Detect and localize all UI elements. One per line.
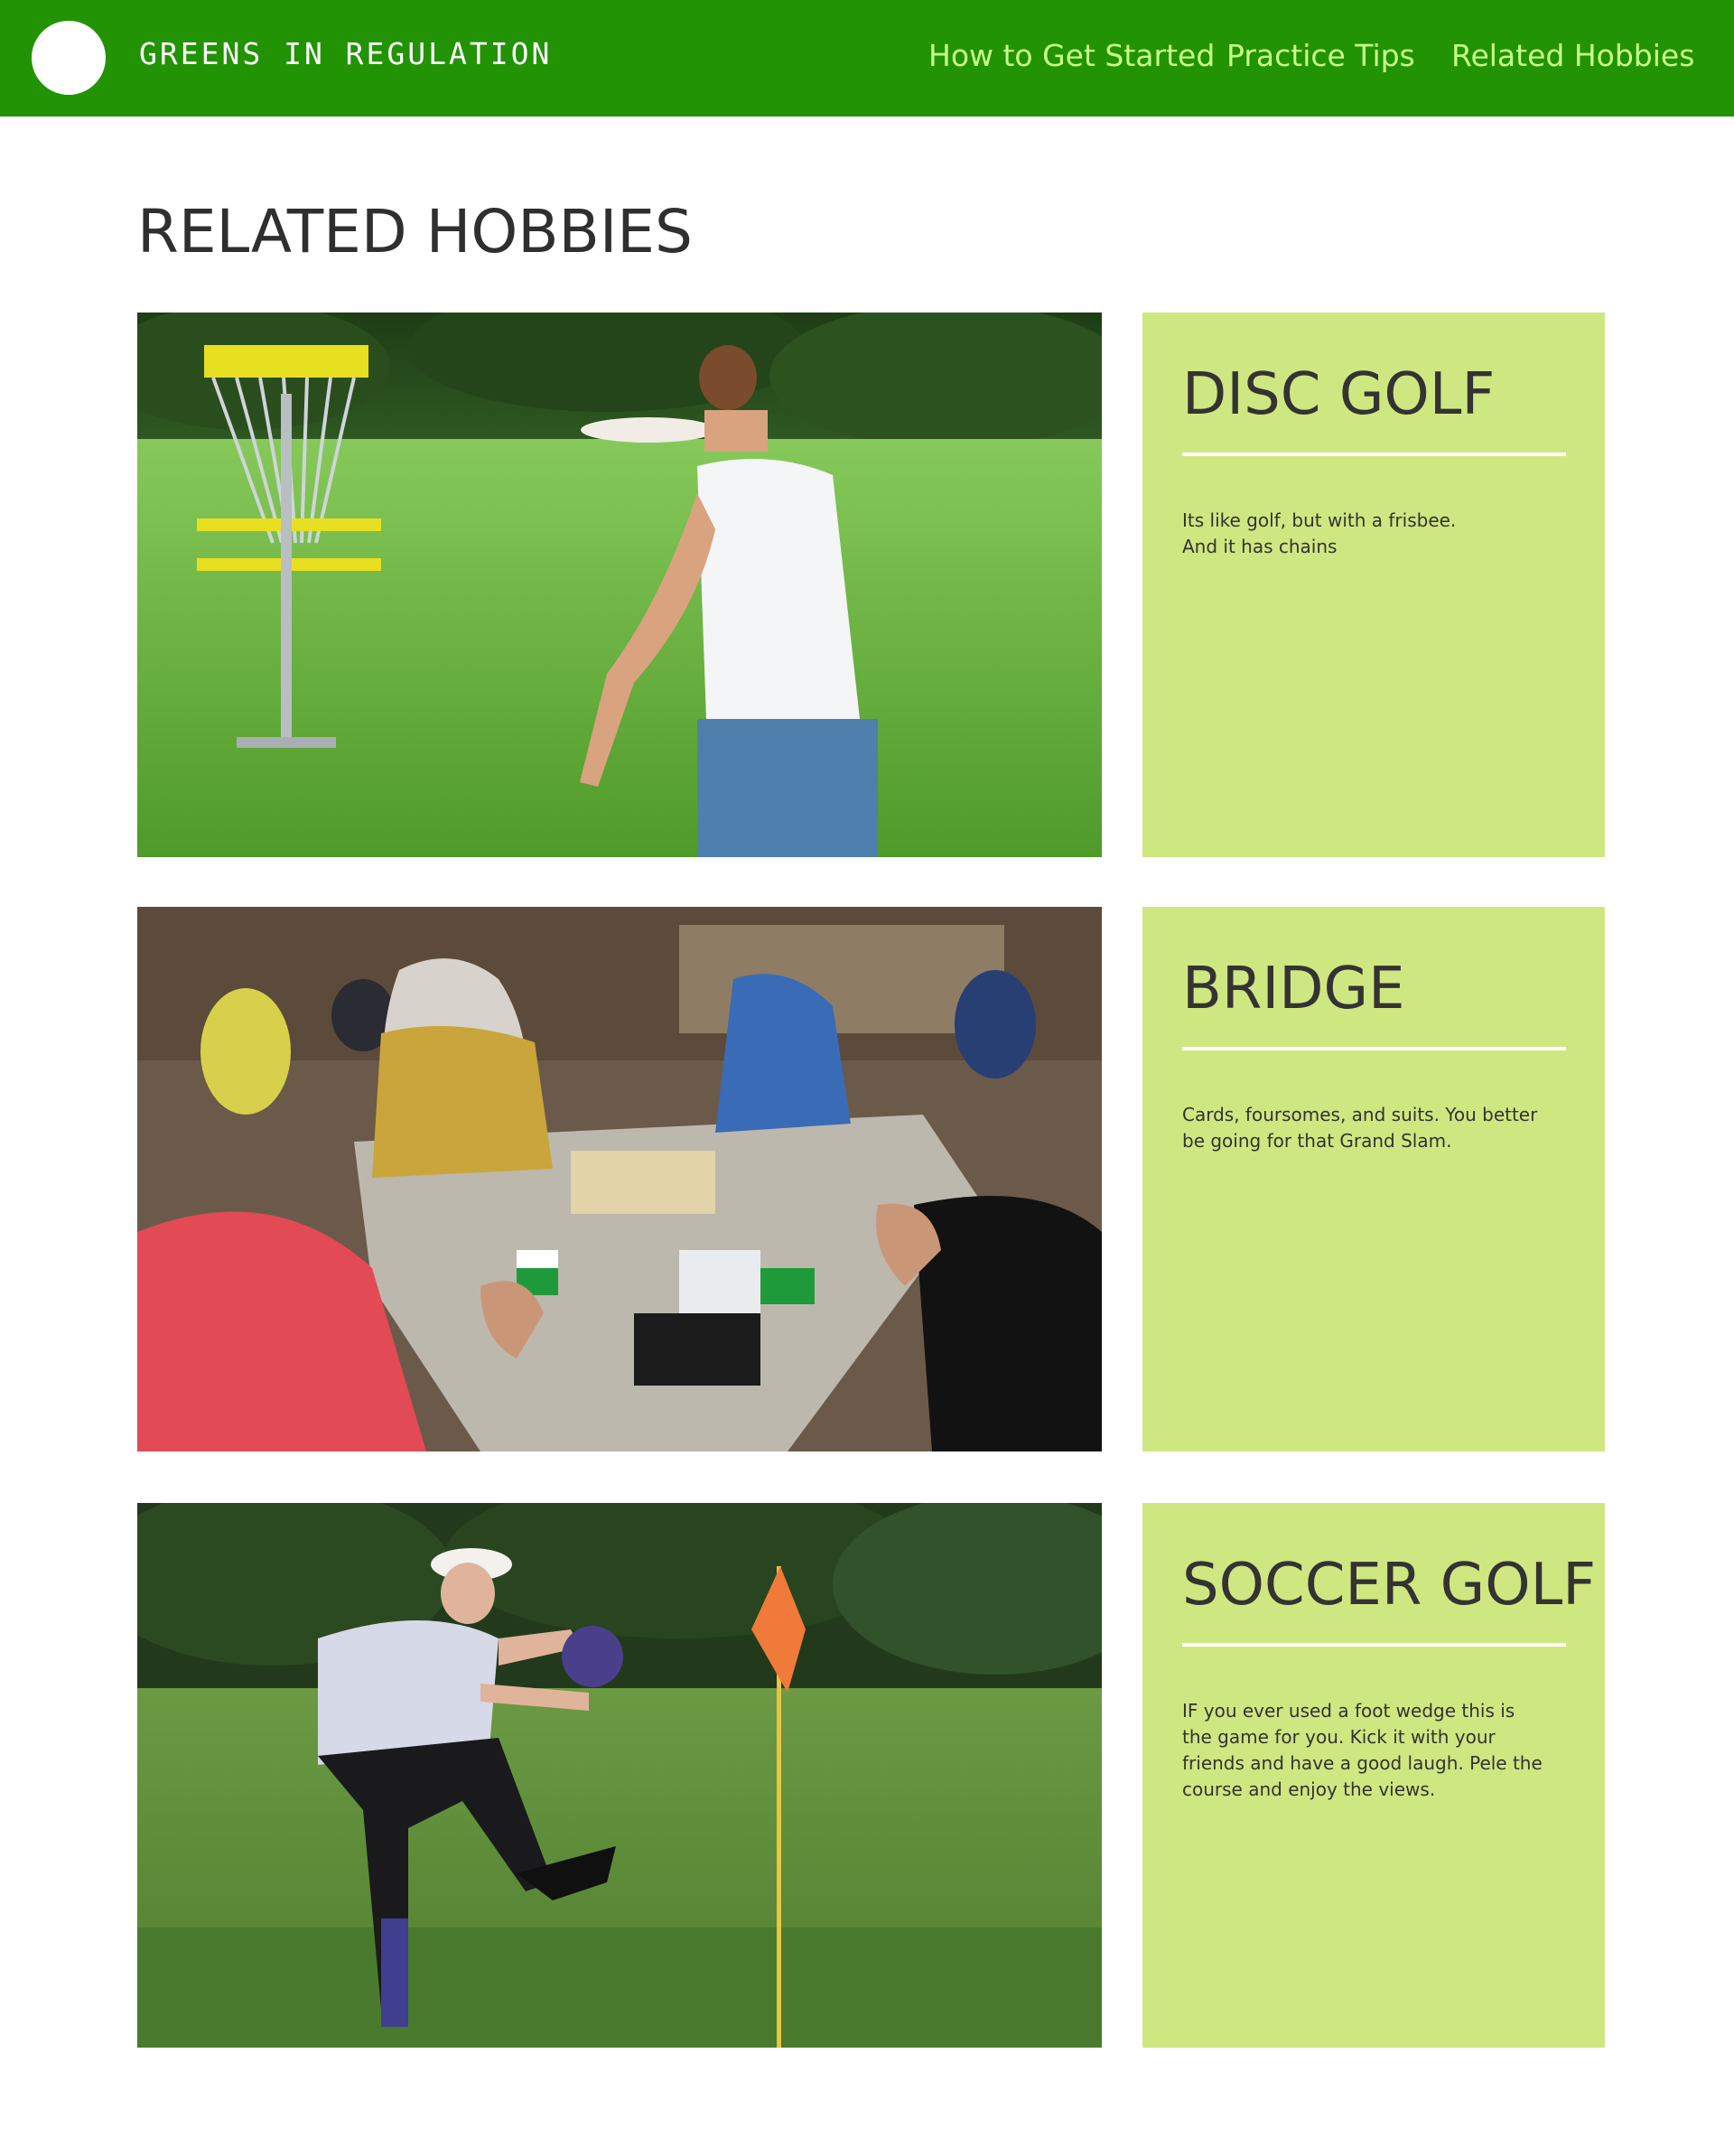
card-divider xyxy=(1182,1643,1566,1647)
bridge-photo xyxy=(137,907,1102,1451)
card-description-soccer-golf: IF you ever used a foot wedge this is th… xyxy=(1182,1700,1543,1800)
disc-golf-card: DISC GOLF Its like golf, but with a fris… xyxy=(1142,313,1605,857)
disc-golf-photo xyxy=(137,313,1102,857)
soccer-golf-photo xyxy=(137,1503,1102,2048)
page-title: RELATED HOBBIES xyxy=(137,197,693,266)
card-title-bridge: BRIDGE xyxy=(1182,956,1405,1022)
nav-link-practice-tips[interactable]: Practice Tips xyxy=(1226,38,1415,73)
card-description-disc-golf: Its like golf, but with a frisbee. And i… xyxy=(1182,509,1457,557)
logo-icon[interactable] xyxy=(32,21,106,95)
card-description-bridge: Cards, foursomes, and suits. You better … xyxy=(1182,1104,1538,1152)
card-title-disc-golf: DISC GOLF xyxy=(1182,361,1496,428)
bridge-card: BRIDGE Cards, foursomes, and suits. You … xyxy=(1142,907,1605,1451)
nav-link-related-hobbies[interactable]: Related Hobbies xyxy=(1451,38,1694,73)
card-divider xyxy=(1182,453,1566,456)
soccer-golf-card: SOCCER GOLF IF you ever used a foot wedg… xyxy=(1142,1503,1605,2048)
nav-link-how-to-get-started[interactable]: How to Get Started xyxy=(928,38,1215,73)
card-divider xyxy=(1182,1047,1566,1050)
card-title-soccer-golf: SOCCER GOLF xyxy=(1182,1552,1597,1619)
top-navbar: GREENS IN REGULATION How to Get Started … xyxy=(0,0,1734,117)
site-brand[interactable]: GREENS IN REGULATION xyxy=(139,36,552,71)
